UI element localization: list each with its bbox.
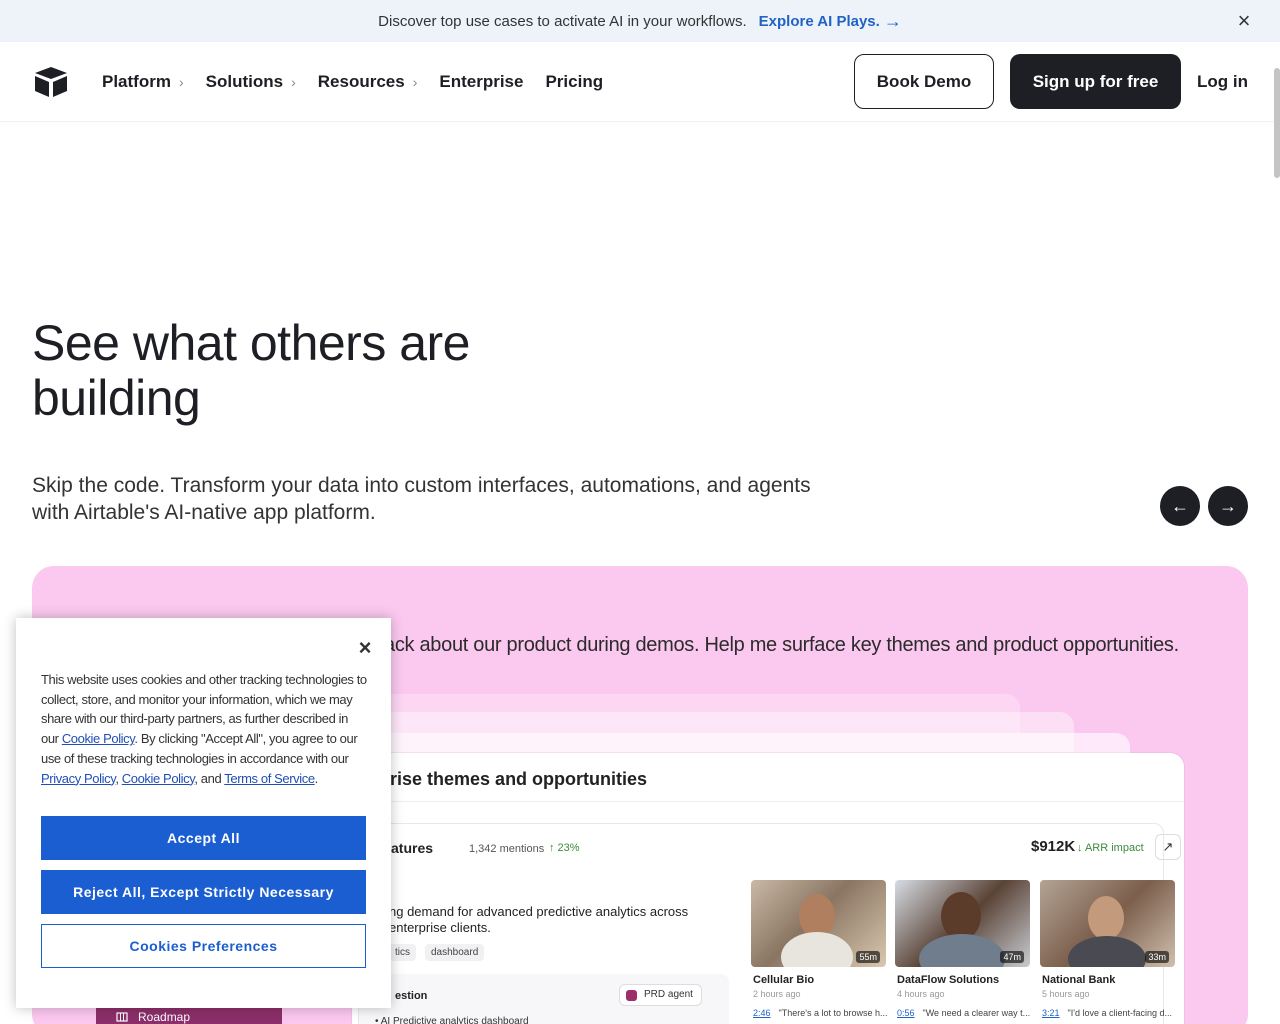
tag: tics	[389, 944, 416, 961]
sidebar-item-label: Roadmap	[138, 1010, 191, 1024]
timestamp-link[interactable]: 2:46	[753, 1008, 771, 1018]
reject-all-button[interactable]: Reject All, Except Strictly Necessary	[41, 870, 366, 914]
accept-all-button[interactable]: Accept All	[41, 816, 366, 860]
quote-text: "I'd love a client-facing d...	[1067, 1008, 1172, 1018]
person-photo	[781, 932, 853, 967]
cookie-policy-link[interactable]: Cookie Policy	[62, 731, 135, 746]
video-time: 4 hours ago	[897, 989, 945, 999]
nav-menu: Platform › Solutions › Resources › Enter…	[102, 42, 603, 122]
video-thumbnail[interactable]: 33m	[1040, 880, 1175, 967]
video-title: National Bank	[1042, 974, 1116, 986]
video-duration: 47m	[1000, 951, 1024, 963]
video-quote: 0:56 "We need a clearer way t...	[897, 1008, 1030, 1018]
announcement-message: Discover top use cases to activate AI in…	[378, 12, 747, 30]
arr-impact-label: ↓ ARR impact	[1077, 842, 1144, 854]
video-quote: 3:21 "I'd love a client-facing d...	[1042, 1008, 1172, 1018]
timestamp-link[interactable]: 3:21	[1042, 1008, 1060, 1018]
nav-item-resources[interactable]: Resources ›	[318, 72, 418, 92]
cookie-preferences-button[interactable]: Cookies Preferences	[41, 924, 366, 968]
quote-text: "There's a lot to browse h...	[778, 1008, 888, 1018]
agent-icon	[626, 990, 637, 1001]
sign-up-button[interactable]: Sign up for free	[1010, 54, 1182, 109]
showcase-prompt: ack about our product during demos. Help…	[384, 634, 1179, 656]
tag: dashboard	[425, 944, 485, 961]
external-link-icon: ↗	[1162, 839, 1174, 854]
nav-item-label: Platform	[102, 72, 171, 91]
chevron-right-icon: ›	[291, 74, 296, 90]
prd-agent-badge[interactable]: PRD agent	[619, 984, 702, 1006]
external-link-button[interactable]: ↗	[1155, 834, 1181, 860]
nav-item-solutions[interactable]: Solutions ›	[206, 72, 296, 92]
feature-description: ng demand for advanced predictive analyt…	[389, 904, 689, 935]
hero-title: See what others are building	[32, 315, 471, 426]
video-time: 2 hours ago	[753, 989, 801, 999]
video-duration: 33m	[1145, 951, 1169, 963]
video-duration: 55m	[856, 951, 880, 963]
arrow-right-icon: →	[883, 10, 902, 31]
nav-item-enterprise[interactable]: Enterprise	[439, 72, 523, 92]
carousel-next-button[interactable]: →	[1208, 486, 1248, 526]
arrow-left-icon: ←	[1171, 495, 1189, 516]
themes-card: rise themes and opportunities atures 1,3…	[352, 753, 1184, 1024]
video-thumbnail[interactable]: 55m	[751, 880, 886, 967]
video-time: 5 hours ago	[1042, 989, 1090, 999]
main-nav: Platform › Solutions › Resources › Enter…	[0, 42, 1280, 122]
cookie-notice-text: This website uses cookies and other trac…	[41, 670, 367, 788]
feature-title: atures	[391, 840, 434, 856]
card-title: rise themes and opportunities	[390, 769, 648, 789]
announcement-cta-label: Explore AI Plays.	[758, 12, 880, 30]
prd-agent-label: PRD agent	[644, 989, 693, 1000]
announcement-bar: Discover top use cases to activate AI in…	[0, 0, 1280, 42]
person-photo	[941, 892, 981, 940]
cookie-text-part: .	[314, 770, 319, 786]
hero-subtitle: Skip the code. Transform your data into …	[32, 474, 811, 524]
quote-text: "We need a clearer way t...	[922, 1008, 1031, 1018]
video-thumbnail[interactable]: 47m	[895, 880, 1030, 967]
video-quote: 2:46 "There's a lot to browse h...	[753, 1008, 888, 1018]
video-title: DataFlow Solutions	[897, 974, 1000, 986]
cookie-policy-link[interactable]: Cookie Policy	[122, 771, 195, 786]
timestamp-link[interactable]: 0:56	[897, 1008, 915, 1018]
nav-item-label: Resources	[317, 72, 405, 91]
cookie-text-part: , and	[194, 770, 225, 786]
airtable-logo-icon[interactable]	[33, 66, 69, 98]
announcement-cta-link[interactable]: Explore AI Plays. →	[759, 11, 902, 32]
arr-value: $912K	[1031, 838, 1076, 855]
person-photo	[1068, 936, 1146, 967]
divider	[352, 801, 1184, 802]
terms-of-service-link[interactable]: Terms of Service	[224, 771, 315, 786]
person-photo	[919, 934, 1005, 967]
nav-item-pricing[interactable]: Pricing	[545, 72, 603, 92]
chevron-right-icon: ›	[412, 74, 418, 90]
nav-item-label: Enterprise	[439, 72, 524, 91]
close-icon[interactable]: ×	[355, 637, 375, 659]
book-demo-button[interactable]: Book Demo	[854, 54, 995, 109]
nav-actions: Book Demo Sign up for free Log in	[854, 54, 1248, 109]
page-scrollbar[interactable]	[1274, 68, 1280, 178]
suggestion-item: • AI Predictive analytics dashboard	[375, 1016, 529, 1024]
feature-panel: atures 1,342 mentions ↑ 23% $912K ↓ ARR …	[358, 823, 1181, 1024]
roadmap-icon	[116, 1012, 128, 1022]
nav-item-platform[interactable]: Platform ›	[102, 72, 184, 92]
nav-item-label: Pricing	[545, 72, 604, 91]
chevron-right-icon: ›	[178, 74, 184, 90]
carousel-prev-button[interactable]: ←	[1160, 486, 1200, 526]
person-photo	[1088, 896, 1124, 940]
growth-badge: ↑ 23%	[549, 842, 580, 854]
mentions-count: 1,342 mentions	[469, 843, 545, 855]
suggestion-title: estion	[395, 990, 428, 1002]
log-in-link[interactable]: Log in	[1197, 72, 1248, 92]
close-icon[interactable]: ×	[1234, 10, 1254, 32]
sidebar-item-roadmap[interactable]: Roadmap	[116, 1010, 190, 1024]
video-title: Cellular Bio	[753, 974, 815, 986]
cookie-consent-dialog: × This website uses cookies and other tr…	[16, 618, 391, 1008]
nav-item-label: Solutions	[205, 72, 284, 91]
arrow-right-icon: →	[1219, 495, 1237, 516]
privacy-policy-link[interactable]: Privacy Policy	[41, 771, 116, 786]
app-sidebar: Roadmap	[96, 1006, 282, 1024]
